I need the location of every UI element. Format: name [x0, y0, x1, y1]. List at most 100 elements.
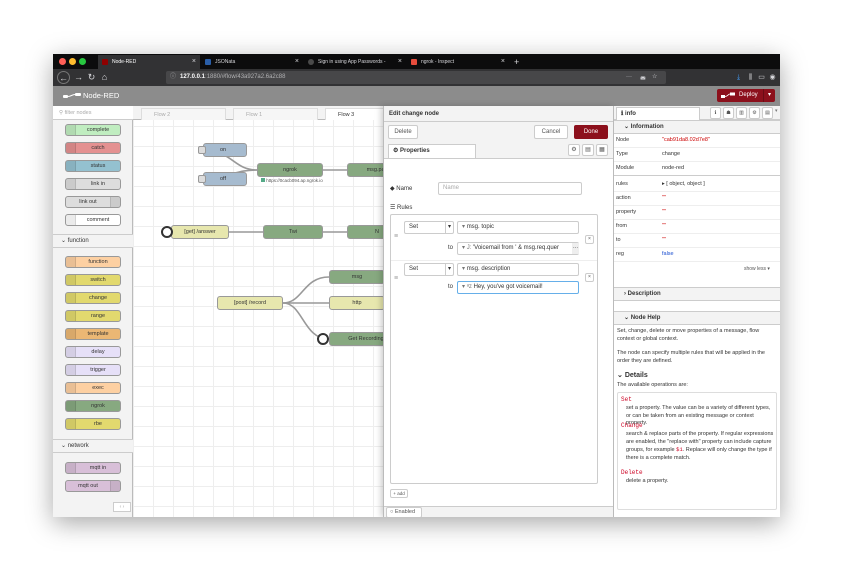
done-button[interactable]: Done: [574, 125, 608, 139]
rules-list: ≡ Set ▾ ▾ msg. topic to ▾ J: 'Voicemail f…: [390, 214, 598, 484]
delete-button[interactable]: Delete: [388, 125, 418, 139]
bookmark-star-icon[interactable]: ☆: [652, 71, 657, 84]
palette-category-function[interactable]: ⌄ function: [53, 234, 133, 248]
description-tab-icon[interactable]: ▤: [582, 144, 594, 156]
palette-node-catch[interactable]: catch: [65, 142, 121, 154]
home-icon[interactable]: ⌂: [98, 71, 111, 84]
browser-tab-node-red[interactable]: Node-RED ×: [98, 55, 200, 69]
filter-nodes-input[interactable]: ⚲ filter nodes: [53, 106, 133, 120]
palette-node-link-out[interactable]: link out: [65, 196, 121, 208]
chevron-down-icon: ⌄: [61, 238, 68, 244]
inject-node-on[interactable]: on: [198, 143, 247, 157]
remove-rule-icon[interactable]: ×: [585, 273, 594, 282]
close-tab-icon[interactable]: ×: [501, 55, 505, 69]
deploy-dropdown-icon[interactable]: ▾: [763, 89, 771, 102]
palette-node-trigger[interactable]: trigger: [65, 364, 121, 376]
close-tab-icon[interactable]: ×: [192, 55, 196, 69]
browser-tab-ngrok-inspect[interactable]: ngrok - Inspect ×: [407, 55, 509, 69]
tab-info[interactable]: ℹ info: [616, 107, 700, 120]
minimize-window-icon[interactable]: [69, 58, 76, 65]
palette-node-template[interactable]: template: [65, 328, 121, 340]
chevron-down-icon: ⌄: [624, 124, 631, 130]
palette-node-range[interactable]: range: [65, 310, 121, 322]
config-tab-icon[interactable]: ⚙: [749, 107, 760, 119]
palette-node-switch[interactable]: switch: [65, 274, 121, 286]
close-tab-icon[interactable]: ×: [295, 55, 299, 69]
page-actions-icon[interactable]: ···: [626, 71, 632, 84]
maximize-window-icon[interactable]: [79, 58, 86, 65]
forward-icon[interactable]: →: [72, 71, 85, 84]
downloads-icon[interactable]: ⤓: [733, 71, 744, 84]
palette-node-complete[interactable]: complete: [65, 124, 121, 136]
tab-properties[interactable]: ⚙ Properties: [388, 144, 476, 158]
context-tab-icon[interactable]: ▤: [762, 107, 773, 119]
tray-title: Edit change node: [384, 106, 613, 122]
dashboard-tab-icon[interactable]: ▥: [736, 107, 747, 119]
close-tab-icon[interactable]: ×: [398, 55, 402, 69]
information-section-header[interactable]: ⌄ Information: [614, 120, 780, 134]
inject-button-icon[interactable]: [198, 146, 206, 154]
http-in-post-record-node[interactable]: [post] /record: [217, 296, 283, 310]
palette-node-change[interactable]: change: [65, 292, 121, 304]
library-icon[interactable]: ⫼: [745, 71, 756, 84]
http-response-node[interactable]: http: [329, 296, 385, 310]
palette-node-function[interactable]: function: [65, 256, 121, 268]
palette-node-status[interactable]: status: [65, 160, 121, 172]
deploy-button[interactable]: Deploy ▾: [717, 89, 775, 102]
palette-node-mqtt-in[interactable]: mqtt in: [65, 462, 121, 474]
enabled-toggle[interactable]: ○ Enabled: [386, 507, 422, 517]
link-in-icon: [66, 179, 76, 189]
add-rule-button[interactable]: + add: [390, 489, 408, 498]
debug-tab-icon[interactable]: ☗: [723, 107, 734, 119]
palette-node-delay[interactable]: delay: [65, 346, 121, 358]
list-icon: ☰: [390, 205, 398, 211]
twiml-node[interactable]: Twi: [263, 225, 323, 239]
browser-tab-app-passwords[interactable]: Sign in using App Passwords - ×: [304, 55, 406, 69]
appearance-tab-icon[interactable]: ▦: [596, 144, 608, 156]
node-help-section-header[interactable]: ⌄ Node Help: [614, 311, 780, 325]
info-sidebar: ℹ info ℹ ☗ ▥ ⚙ ▤ ▾ ⌄ Information Node "ca…: [614, 106, 780, 517]
close-window-icon[interactable]: [59, 58, 66, 65]
show-less-link[interactable]: show less ▾: [744, 266, 770, 272]
rule-property-input[interactable]: ▾ msg. topic: [457, 221, 579, 234]
palette-node-link-in[interactable]: link in: [65, 178, 121, 190]
palette-node-rbe[interactable]: rbe: [65, 418, 121, 430]
sidebar-toggle-icon[interactable]: ▭: [756, 71, 767, 84]
palette-node-ngrok[interactable]: ngrok: [65, 400, 121, 412]
chevron-down-icon[interactable]: ▾: [775, 108, 778, 114]
palette-category-network[interactable]: ⌄ network: [53, 439, 133, 453]
palette-node-mqtt-out[interactable]: mqtt out: [65, 480, 121, 492]
rule-property-input[interactable]: ▾ msg. description: [457, 263, 579, 276]
ngrok-node[interactable]: ngrok: [257, 163, 323, 177]
new-tab-button[interactable]: +: [509, 55, 525, 69]
browser-tab-jsonata[interactable]: JSONata ×: [201, 55, 303, 69]
catch-icon: [66, 143, 76, 153]
drag-handle-icon[interactable]: ≡: [394, 275, 398, 282]
rule-action-select[interactable]: Set ▾: [404, 263, 454, 276]
rule-value-input[interactable]: ▾ J: 'Voicemail from ' & msg.req.quer: [457, 242, 579, 255]
description-section-header[interactable]: › Description: [614, 287, 780, 301]
drag-handle-icon[interactable]: ≡: [394, 233, 398, 240]
http-in-get-answer-node[interactable]: [get] /answer: [171, 225, 229, 239]
reload-icon[interactable]: ↻: [85, 71, 98, 84]
name-input[interactable]: Name: [438, 182, 582, 195]
cancel-button[interactable]: Cancel: [534, 125, 568, 139]
back-icon[interactable]: ←: [57, 71, 70, 84]
palette-collapse-arrows-icon[interactable]: ‹ ›: [113, 502, 131, 512]
rule-value-input[interactable]: ▾ ᵃz Hey, you've got voicemail!: [457, 281, 579, 294]
palette-node-comment[interactable]: comment: [65, 214, 121, 226]
inject-button-icon[interactable]: [198, 175, 206, 183]
expression-editor-button[interactable]: ···: [572, 243, 579, 254]
inject-node-off[interactable]: off: [198, 172, 247, 186]
url-input[interactable]: ⓘ 127.0.0.1:1880/#flow/43a927a2.6a2c88 ·…: [166, 71, 666, 84]
status-dot-icon: [261, 178, 265, 182]
info-tab-icon[interactable]: ℹ: [710, 107, 721, 119]
rule-action-select[interactable]: Set ▾: [404, 221, 454, 234]
palette-node-exec[interactable]: exec: [65, 382, 121, 394]
debug-msg-node[interactable]: msg: [329, 270, 385, 284]
account-icon[interactable]: ◉: [767, 71, 778, 84]
pocket-icon[interactable]: ◛: [640, 71, 646, 84]
settings-tab-icon[interactable]: ⚙: [568, 144, 580, 156]
remove-rule-icon[interactable]: ×: [585, 235, 594, 244]
info-row-rules[interactable]: rules ▸ [ object, object ]: [614, 178, 780, 192]
